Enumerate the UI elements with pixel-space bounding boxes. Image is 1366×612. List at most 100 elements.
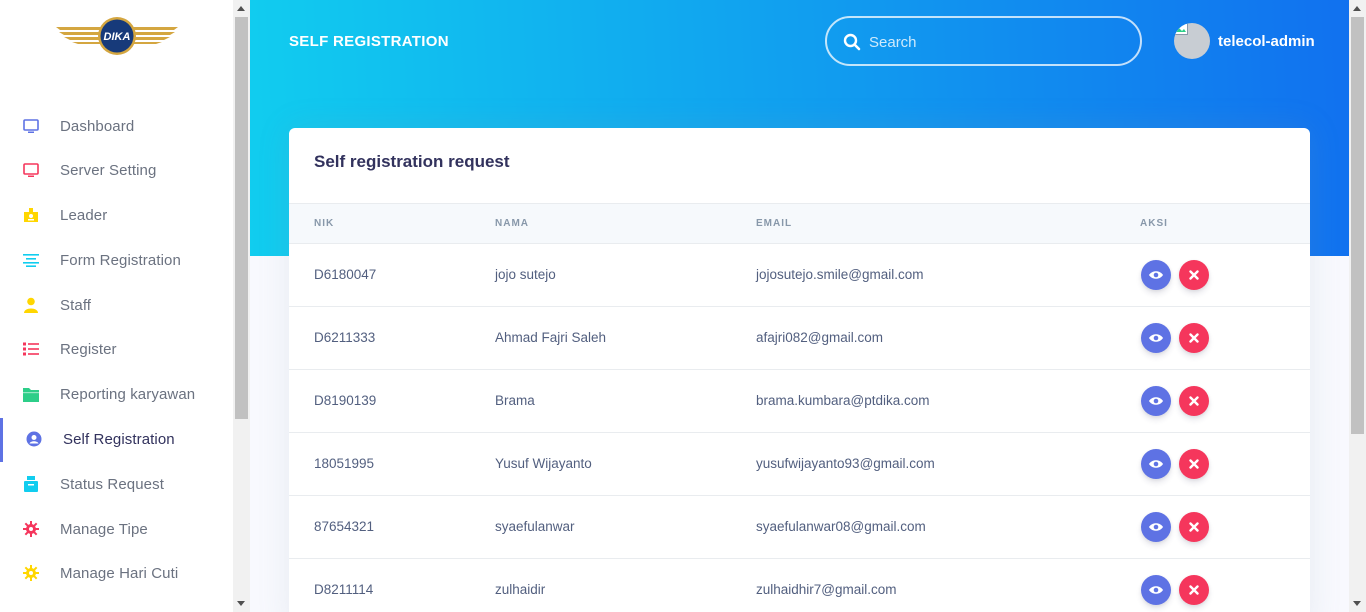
sidebar-item-label: Register: [60, 341, 117, 358]
search-icon: [843, 33, 861, 51]
delete-button[interactable]: [1179, 512, 1209, 542]
column-header-aksi: AKSI: [1140, 218, 1168, 229]
cell-nama: Brama: [495, 393, 535, 408]
sidebar-item-label: Staff: [60, 297, 92, 314]
view-button[interactable]: [1141, 512, 1171, 542]
cell-nama: jojo sutejo: [495, 267, 556, 282]
cell-email: syaefulanwar08@gmail.com: [756, 519, 926, 534]
eye-icon: [1149, 457, 1163, 472]
scroll-down-arrow[interactable]: [237, 601, 245, 606]
sidebar-item-label: Manage Hari Cuti: [60, 565, 179, 582]
cell-nik: 18051995: [314, 456, 375, 471]
monitor-icon: [22, 161, 40, 179]
close-icon: [1189, 583, 1199, 598]
view-button[interactable]: [1141, 386, 1171, 416]
close-icon: [1189, 457, 1199, 472]
view-button[interactable]: [1141, 575, 1171, 605]
main-content: SELF REGISTRATION telecol-admin Self reg…: [250, 0, 1349, 612]
view-button[interactable]: [1141, 449, 1171, 479]
scrollbar-thumb[interactable]: [235, 17, 248, 419]
sidebar-scrollbar[interactable]: [233, 0, 250, 612]
delete-button[interactable]: [1179, 386, 1209, 416]
broken-image-icon: [1174, 23, 1190, 40]
eye-icon: [1149, 331, 1163, 346]
gear-icon: [22, 564, 40, 582]
sidebar-item-label: Manage Tipe: [60, 521, 148, 538]
close-icon: [1189, 394, 1199, 409]
cell-email: afajri082@gmail.com: [756, 330, 884, 345]
sidebar-item-label: Leader: [60, 207, 108, 224]
cell-email: zulhaidhir7@gmail.com: [756, 582, 897, 597]
user-circle-icon: [25, 430, 43, 448]
sidebar-item-label: Status Request: [60, 476, 164, 493]
sidebar-item-label: Reporting karyawan: [60, 386, 196, 403]
folder-icon: [22, 385, 40, 403]
sidebar-item-form-registration[interactable]: Form Registration: [0, 239, 233, 283]
sidebar: DIKA Dashboard Server Setting Leader For…: [0, 0, 233, 612]
sidebar-item-staff[interactable]: Staff: [0, 284, 233, 328]
delete-button[interactable]: [1179, 449, 1209, 479]
scrollbar-thumb[interactable]: [1351, 17, 1364, 434]
sidebar-item-register[interactable]: Register: [0, 328, 233, 372]
scroll-down-arrow[interactable]: [1353, 601, 1361, 606]
sidebar-item-self-registration[interactable]: Self Registration: [0, 418, 233, 462]
column-header-nama: NAMA: [495, 218, 529, 229]
badge-icon: [22, 206, 40, 224]
table-row: D8211114 zulhaidir zulhaidhir7@gmail.com: [289, 559, 1310, 612]
sidebar-item-label: Server Setting: [60, 162, 157, 179]
cell-email: brama.kumbara@ptdika.com: [756, 393, 930, 408]
sidebar-item-dashboard[interactable]: Dashboard: [0, 105, 233, 149]
table-header: NIK NAMA EMAIL AKSI: [289, 203, 1310, 244]
eye-icon: [1149, 520, 1163, 535]
cell-email: yusufwijayanto93@gmail.com: [756, 456, 935, 471]
close-icon: [1189, 331, 1199, 346]
list-icon: [22, 340, 40, 358]
cell-nik: D6211333: [314, 330, 376, 345]
sidebar-item-server-setting[interactable]: Server Setting: [0, 149, 233, 193]
archive-icon: [22, 475, 40, 493]
sidebar-item-reporting-karyawan[interactable]: Reporting karyawan: [0, 373, 233, 417]
username: telecol-admin: [1218, 32, 1315, 50]
scroll-up-arrow[interactable]: [237, 6, 245, 11]
close-icon: [1189, 268, 1199, 283]
sidebar-item-label: Self Registration: [63, 431, 175, 448]
view-button[interactable]: [1141, 323, 1171, 353]
column-header-email: EMAIL: [756, 218, 793, 229]
table-row: D6180047 jojo sutejo jojosutejo.smile@gm…: [289, 244, 1310, 307]
search-box[interactable]: [825, 16, 1142, 66]
page-scrollbar[interactable]: [1349, 0, 1366, 612]
table-row: D8190139 Brama brama.kumbara@ptdika.com: [289, 370, 1310, 433]
gear-icon: [22, 520, 40, 538]
cell-nik: D8190139: [314, 393, 377, 408]
cell-nama: Ahmad Fajri Saleh: [495, 330, 607, 345]
sidebar-item-status-request[interactable]: Status Request: [0, 463, 233, 507]
eye-icon: [1149, 268, 1163, 283]
cell-nik: D8211114: [314, 582, 374, 597]
delete-button[interactable]: [1179, 323, 1209, 353]
cell-nik: D6180047: [314, 267, 377, 282]
sidebar-item-manage-hari-cuti[interactable]: Manage Hari Cuti: [0, 552, 233, 596]
avatar[interactable]: [1174, 23, 1210, 59]
user-icon: [22, 296, 40, 314]
dika-logo[interactable]: DIKA: [54, 16, 180, 58]
search-input[interactable]: [869, 31, 1119, 53]
sidebar-item-manage-tipe[interactable]: Manage Tipe: [0, 508, 233, 552]
view-button[interactable]: [1141, 260, 1171, 290]
align-icon: [22, 251, 40, 269]
app: DIKA Dashboard Server Setting Leader For…: [0, 0, 1366, 612]
user-menu[interactable]: telecol-admin: [1174, 23, 1315, 59]
delete-button[interactable]: [1179, 260, 1209, 290]
card-title: Self registration request: [314, 152, 510, 171]
sidebar-item-leader[interactable]: Leader: [0, 194, 233, 238]
table-row: 87654321 syaefulanwar syaefulanwar08@gma…: [289, 496, 1310, 559]
cell-nama: syaefulanwar: [495, 519, 575, 534]
page-title: SELF REGISTRATION: [289, 33, 449, 50]
scroll-up-arrow[interactable]: [1353, 6, 1361, 11]
eye-icon: [1149, 583, 1163, 598]
table-row: D6211333 Ahmad Fajri Saleh afajri082@gma…: [289, 307, 1310, 370]
close-icon: [1189, 520, 1199, 535]
cell-email: jojosutejo.smile@gmail.com: [756, 267, 924, 282]
table-row: 18051995 Yusuf Wijayanto yusufwijayanto9…: [289, 433, 1310, 496]
cell-nama: Yusuf Wijayanto: [495, 456, 592, 471]
delete-button[interactable]: [1179, 575, 1209, 605]
